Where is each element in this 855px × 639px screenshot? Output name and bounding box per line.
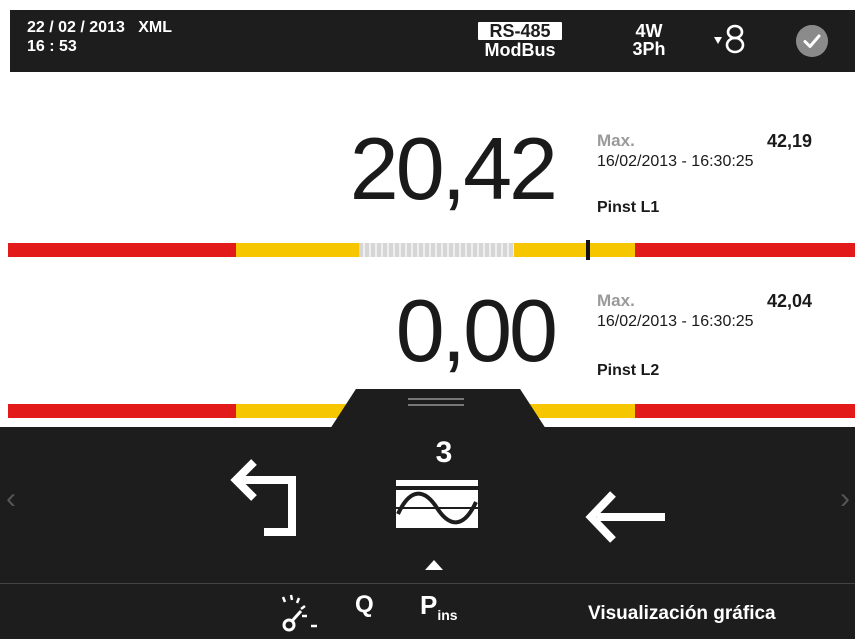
format-text: XML bbox=[138, 19, 172, 36]
mode-number: 3 bbox=[435, 436, 453, 469]
drag-handle[interactable] bbox=[408, 398, 464, 400]
date-format-label: 22 / 02 / 2013 XML bbox=[27, 19, 172, 37]
parameter-name-l1: Pinst L1 bbox=[597, 199, 660, 216]
max-timestamp-l1: 16/02/2013 - 16:30:25 bbox=[597, 153, 754, 170]
current-transformer-icon bbox=[714, 24, 745, 54]
pinst-main: P bbox=[420, 590, 438, 620]
max-label-l2: Max. bbox=[597, 291, 635, 310]
measurement-value-l1: 20,42 bbox=[349, 119, 558, 218]
comm-bus: ModBus bbox=[484, 40, 556, 60]
pinst-label[interactable]: Pins bbox=[420, 591, 458, 629]
pinst-sub: ins bbox=[437, 607, 458, 623]
max-value-l2: 42,04 bbox=[766, 291, 812, 311]
max-value-l1: 42,19 bbox=[766, 131, 812, 151]
wiring-wires: 4W bbox=[635, 21, 663, 41]
measurement-value-l2: 0,00 bbox=[395, 281, 558, 380]
check-circle-icon bbox=[796, 25, 828, 57]
level-bar-l1 bbox=[0, 240, 855, 260]
waveform-icon[interactable] bbox=[396, 474, 478, 530]
date-text: 22 / 02 / 2013 bbox=[27, 19, 125, 36]
comm-protocol: RS-485 bbox=[478, 22, 562, 40]
chevron-left-icon[interactable]: ‹ bbox=[6, 484, 16, 514]
chevron-right-icon[interactable]: › bbox=[840, 484, 850, 514]
max-label-l1: Max. bbox=[597, 131, 635, 150]
parameter-name-l2: Pinst L2 bbox=[597, 362, 660, 379]
wiring-phases: 3Ph bbox=[632, 39, 666, 59]
level-marker-l1 bbox=[586, 240, 590, 260]
time-text: 16 : 53 bbox=[27, 38, 77, 55]
menu-divider bbox=[0, 583, 855, 584]
reactive-q-label[interactable]: Q bbox=[355, 591, 374, 619]
current-view-label: Visualización gráfica bbox=[588, 603, 776, 624]
wiring-config: 4W 3Ph bbox=[624, 22, 674, 58]
flicker-gauge-icon[interactable] bbox=[277, 591, 321, 635]
menu-pull-tab[interactable] bbox=[330, 389, 546, 429]
back-return-icon[interactable] bbox=[226, 456, 310, 540]
expand-up-icon[interactable] bbox=[425, 560, 443, 570]
arrow-left-icon[interactable] bbox=[585, 490, 667, 544]
status-bar: 22 / 02 / 2013 XML 16 : 53 RS-485 ModBus… bbox=[10, 10, 855, 72]
max-timestamp-l2: 16/02/2013 - 16:30:25 bbox=[597, 313, 754, 330]
communication-status: RS-485 ModBus bbox=[472, 22, 568, 59]
